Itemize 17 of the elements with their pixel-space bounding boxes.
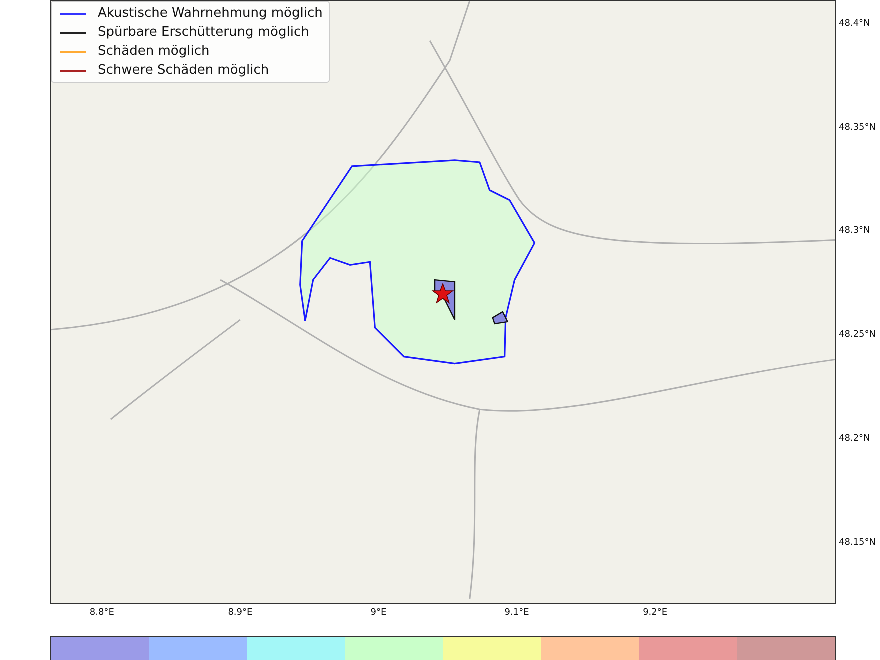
longitude-tick-label: 8.9°E — [228, 608, 253, 618]
tremor-zone-shape — [492, 311, 509, 325]
longitude-tick-label: 9°E — [370, 608, 387, 618]
legend-label: Schäden möglich — [98, 44, 210, 59]
legend-label: Schwere Schäden möglich — [98, 63, 270, 78]
epicenter-star-icon — [432, 282, 454, 304]
latitude-tick-label: 48.3°N — [839, 226, 870, 236]
latitude-tick-label: 48.4°N — [839, 18, 870, 29]
legend-label: Spürbare Erschütterung möglich — [98, 25, 310, 40]
longitude-tick-label: 9.2°E — [643, 608, 668, 618]
latitude-tick-label: 48.2°N — [839, 434, 870, 444]
latitude-tick-label: 48.35°N — [839, 122, 876, 133]
legend-label: Akustische Wahrnehmung möglich — [98, 6, 323, 21]
longitude-tick-label: 9.1°E — [504, 608, 530, 618]
latitude-tick-label: 48.25°N — [839, 330, 876, 340]
latitude-tick-label: 48.15°N — [839, 538, 876, 548]
longitude-tick-label: 8.8°E — [90, 608, 114, 618]
